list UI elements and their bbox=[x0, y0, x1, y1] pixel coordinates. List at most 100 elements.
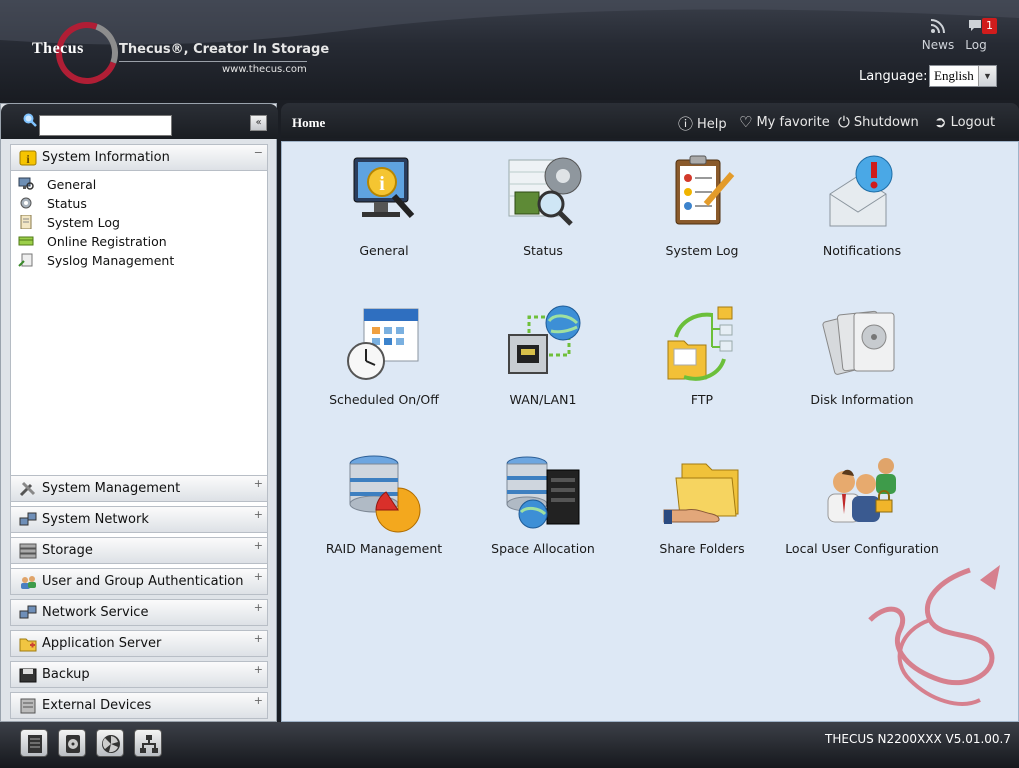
section-system-management[interactable]: System Management + bbox=[10, 475, 268, 502]
tree-item-label: Online Registration bbox=[47, 234, 167, 249]
app-label: Share Folders bbox=[659, 541, 745, 556]
news-button[interactable]: News bbox=[918, 18, 958, 52]
app-scheduled-on-off[interactable]: Scheduled On/Off bbox=[304, 303, 464, 423]
expand-icon[interactable]: + bbox=[254, 477, 263, 490]
section-user-group-auth[interactable]: User and Group Authentication + bbox=[10, 568, 268, 595]
network-service-icon bbox=[19, 605, 37, 619]
tools-icon bbox=[19, 481, 36, 497]
help-button[interactable]: ⓘ Help bbox=[678, 113, 727, 134]
search-input[interactable] bbox=[39, 115, 172, 136]
language-label: Language: bbox=[859, 69, 928, 84]
breadcrumb[interactable]: Home bbox=[292, 115, 325, 131]
app-label: FTP bbox=[690, 392, 714, 407]
svg-text:i: i bbox=[379, 173, 385, 195]
expand-icon[interactable]: + bbox=[254, 663, 263, 676]
app-wan-lan1[interactable]: WAN/LAN1 bbox=[463, 303, 623, 423]
favorite-label: My favorite bbox=[756, 115, 830, 130]
search-icon bbox=[23, 113, 37, 127]
fan-status-button[interactable] bbox=[96, 729, 124, 757]
section-label: User and Group Authentication bbox=[42, 574, 244, 589]
server-status-button[interactable] bbox=[20, 729, 48, 757]
sidebar-search-bar: « bbox=[1, 104, 278, 139]
logo-text: Thecus bbox=[32, 40, 84, 57]
my-favorite-button[interactable]: ♡ My favorite bbox=[739, 113, 830, 131]
section-system-network[interactable]: System Network + bbox=[10, 506, 268, 533]
app-notifications[interactable]: Notifications bbox=[782, 154, 942, 274]
app-label: RAID Management bbox=[325, 541, 443, 556]
section-label: Application Server bbox=[42, 636, 162, 651]
expand-icon[interactable]: + bbox=[254, 570, 263, 583]
network-status-button[interactable] bbox=[134, 729, 162, 757]
app-label: Space Allocation bbox=[491, 541, 595, 556]
section-label: Network Service bbox=[42, 605, 149, 620]
sidebar: « i System Information − General Status … bbox=[0, 103, 278, 722]
expand-icon[interactable]: + bbox=[254, 632, 263, 645]
expand-icon[interactable]: + bbox=[254, 539, 263, 552]
app-label: WAN/LAN1 bbox=[509, 392, 577, 407]
app-disk-information[interactable]: Disk Information bbox=[782, 303, 942, 423]
section-application-server[interactable]: Application Server + bbox=[10, 630, 268, 657]
external-device-icon bbox=[20, 698, 36, 714]
expand-icon[interactable]: + bbox=[254, 694, 263, 707]
language-select[interactable]: English ▼ bbox=[929, 65, 997, 87]
section-label: Storage bbox=[42, 543, 93, 558]
server-icon bbox=[28, 735, 42, 753]
section-system-information[interactable]: i System Information − bbox=[10, 144, 268, 171]
clipboard-log-icon bbox=[675, 155, 735, 225]
section-external-devices[interactable]: External Devices + bbox=[10, 692, 268, 719]
monitor-magnifier-icon bbox=[18, 177, 34, 190]
fan-icon bbox=[102, 735, 120, 753]
collapse-icon[interactable]: − bbox=[254, 146, 263, 159]
syslog-icon bbox=[18, 253, 33, 267]
section-label: System Management bbox=[42, 481, 181, 496]
expand-icon[interactable]: + bbox=[254, 601, 263, 614]
app-status[interactable]: Status bbox=[463, 154, 623, 274]
section-label: System Network bbox=[42, 512, 149, 527]
language-value: English bbox=[934, 68, 974, 83]
website-link[interactable]: www.thecus.com bbox=[222, 64, 307, 75]
database-server-icon bbox=[506, 456, 580, 529]
section-backup[interactable]: Backup + bbox=[10, 661, 268, 688]
shutdown-button[interactable]: ⏻ Shutdown bbox=[838, 113, 919, 131]
tree-item-label: General bbox=[47, 177, 97, 192]
users-icon bbox=[21, 576, 36, 589]
logout-label: Logout bbox=[950, 115, 996, 130]
power-icon: ⏻ bbox=[838, 113, 850, 131]
section-network-service[interactable]: Network Service + bbox=[10, 599, 268, 626]
expand-icon[interactable]: + bbox=[254, 508, 263, 521]
section-label: Backup bbox=[42, 667, 90, 682]
app-label: Disk Information bbox=[810, 392, 914, 407]
app-label: Scheduled On/Off bbox=[329, 392, 439, 407]
chevron-down-icon[interactable]: ▼ bbox=[978, 66, 996, 86]
firmware-version: THECUS N2200XXX V5.01.00.7 bbox=[825, 732, 1011, 746]
database-pie-icon bbox=[349, 455, 421, 533]
app-raid-management[interactable]: RAID Management bbox=[304, 452, 464, 572]
logout-icon: ➲ bbox=[934, 113, 947, 131]
users-lock-icon bbox=[827, 458, 896, 523]
log-button[interactable]: 1 Log bbox=[958, 18, 997, 52]
heart-icon: ♡ bbox=[739, 113, 753, 131]
network-icon bbox=[19, 512, 37, 526]
app-general[interactable]: i General bbox=[304, 154, 464, 274]
collapse-sidebar-button[interactable]: « bbox=[250, 115, 267, 131]
app-space-allocation[interactable]: Space Allocation bbox=[463, 452, 623, 572]
app-label: Notifications bbox=[822, 243, 902, 258]
news-label: News bbox=[921, 38, 955, 52]
tagline-divider bbox=[119, 61, 307, 62]
section-storage[interactable]: Storage + bbox=[10, 537, 268, 564]
log-document-icon bbox=[20, 215, 32, 229]
envelope-alert-icon bbox=[829, 155, 893, 227]
logout-button[interactable]: ➲ Logout bbox=[934, 113, 995, 131]
storage-icon bbox=[19, 543, 37, 559]
disk-status-button[interactable] bbox=[58, 729, 86, 757]
folder-app-icon bbox=[19, 638, 37, 652]
app-label: Local User Configuration bbox=[785, 541, 939, 556]
app-system-log[interactable]: System Log bbox=[622, 154, 782, 274]
calendar-clock-icon bbox=[347, 308, 419, 380]
status-gear-icon bbox=[20, 197, 32, 209]
app-ftp[interactable]: FTP bbox=[622, 303, 782, 423]
app-label: General bbox=[359, 243, 409, 258]
app-local-user-configuration[interactable]: Local User Configuration bbox=[782, 452, 942, 572]
app-share-folders[interactable]: Share Folders bbox=[622, 452, 782, 572]
status-bar: THECUS N2200XXX V5.01.00.7 bbox=[0, 722, 1019, 768]
